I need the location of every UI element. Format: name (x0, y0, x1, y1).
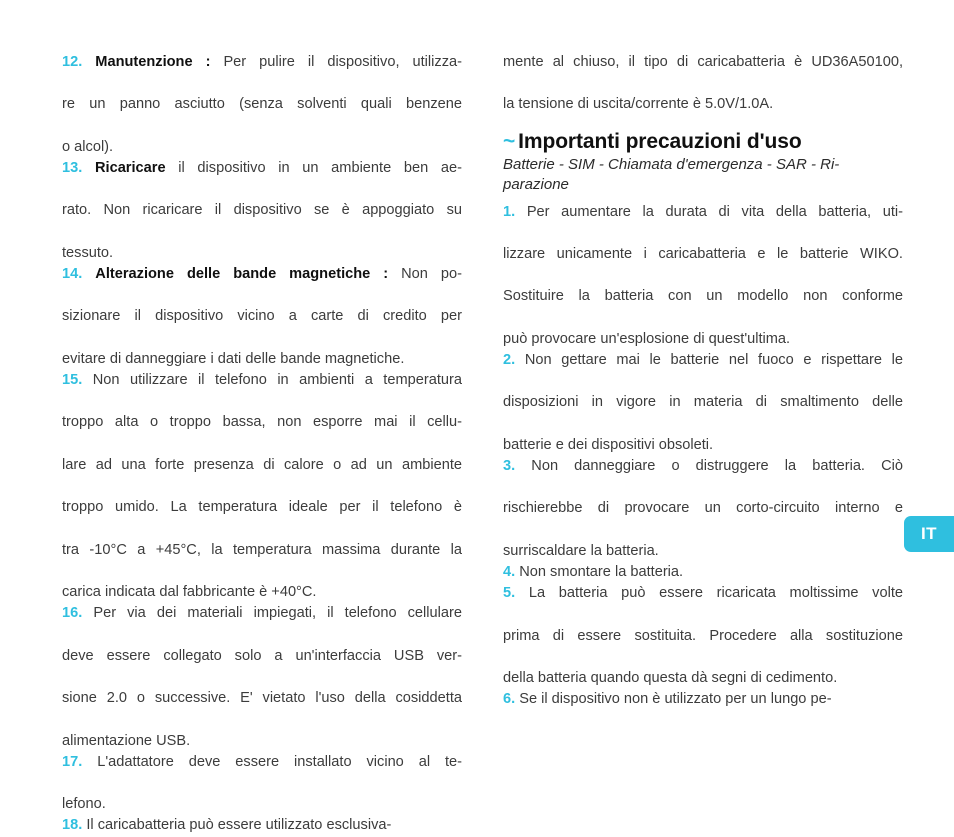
list-item-lead: Alterazione delle bande magnetiche : (95, 266, 389, 283)
text-line: sione 2.0 o successive. E' vietato l'uso… (62, 690, 462, 707)
text-line: lefono. (62, 796, 106, 813)
two-column-layout: 12. Manutenzione : Per pulire il disposi… (0, 0, 954, 833)
text-line: 14. Alterazione delle bande magnetiche :… (62, 266, 462, 283)
list-item-number: 13. (62, 160, 83, 177)
text-line: 6. Se il dispositivo non è utilizzato pe… (503, 691, 832, 708)
text-line: mente al chiuso, il tipo di caricabatter… (503, 54, 903, 70)
text-line: sizionare il dispositivo vicino a carte … (62, 308, 462, 325)
list-item: 6. Se il dispositivo non è utilizzato pe… (503, 689, 903, 710)
list-item: 5. La batteria può essere ricaricata mol… (503, 583, 903, 689)
list-item-number: 3. (503, 458, 516, 475)
list-item-number: 15. (62, 372, 83, 389)
text-line: 5. La batteria può essere ricaricata mol… (503, 585, 903, 602)
list-item-number: 18. (62, 817, 83, 834)
continuation-text: mente al chiuso, il tipo di caricabatter… (503, 52, 903, 116)
list-item: 16. Per via dei materiali impiegati, il … (62, 603, 462, 751)
text-line: 2. Non gettare mai le batterie nel fuoco… (503, 352, 904, 369)
text-line: carica indicata dal fabbricante è +40°C. (62, 584, 317, 601)
list-item: 14. Alterazione delle bande magnetiche :… (62, 264, 462, 370)
list-item-number: 5. (503, 585, 516, 602)
section-subheading: Batterie - SIM - Chiamata d'emergenza - … (503, 155, 903, 195)
text-line: o alcol). (62, 138, 114, 155)
text-line: 1. Per aumentare la durata di vita della… (503, 203, 903, 220)
text-line: rischierebbe di provocare un corto-circu… (503, 500, 903, 517)
text-line: 17. L'adattatore deve essere installato … (62, 753, 462, 770)
list-item: 4. Non smontare la batteria. (503, 562, 903, 583)
list-item-lead: Manutenzione : (95, 54, 211, 70)
list-item: 2. Non gettare mai le batterie nel fuoco… (503, 350, 903, 456)
list-item: 13. Ricaricare il dispositivo in un ambi… (62, 158, 462, 264)
subheading-line: parazione (503, 175, 569, 193)
text-line: 15. Non utilizzare il telefono in ambien… (62, 372, 462, 389)
text-line: deve essere collegato solo a un'interfac… (62, 647, 462, 664)
text-line: 18. Il caricabatteria può essere utilizz… (62, 817, 392, 834)
section-heading-text: Importanti precauzioni d'uso (518, 129, 802, 153)
text-line: della batteria quando questa dà segni di… (503, 670, 838, 687)
list-item-lead: Ricaricare (94, 160, 166, 177)
list-item: 3. Non danneggiare o distruggere la batt… (503, 456, 903, 562)
section-heading-block: ~ Importanti precauzioni d'uso Batterie -… (503, 129, 903, 195)
text-line: tra -10°C a +45°C, la temperatura massim… (62, 541, 462, 558)
list-item-number: 16. (62, 605, 83, 622)
section-heading: ~ Importanti precauzioni d'uso (503, 129, 903, 155)
text-line: disposizioni in vigore in materia di sma… (503, 394, 903, 411)
text-line: rato. Non ricaricare il dispositivo se è… (62, 202, 462, 219)
list-item: 18. Il caricabatteria può essere utilizz… (62, 815, 462, 836)
list-item-number: 1. (503, 203, 516, 220)
right-column: mente al chiuso, il tipo di caricabatter… (503, 52, 903, 710)
text-line: lizzare unicamente i caricabatteria e le… (503, 246, 903, 263)
text-line: prima di essere sostituita. Procedere al… (503, 627, 903, 644)
text-line: lare ad una forte presenza di calore o a… (62, 456, 462, 473)
list-item-number: 14. (62, 266, 83, 283)
text-line: 3. Non danneggiare o distruggere la batt… (503, 458, 903, 475)
list-item-number: 4. (503, 564, 516, 581)
text-line: 13. Ricaricare il dispositivo in un ambi… (62, 160, 462, 177)
manual-page: 12. Manutenzione : Per pulire il disposi… (0, 0, 954, 833)
list-item: 15. Non utilizzare il telefono in ambien… (62, 370, 462, 603)
heading-spacer (503, 116, 903, 129)
text-line: la tensione di uscita/corrente è 5.0V/1.… (503, 96, 774, 113)
list-item-number: 6. (503, 691, 516, 708)
list-item: 1. Per aumentare la durata di vita della… (503, 202, 903, 350)
text-line: surriscaldare la batteria. (503, 542, 659, 559)
left-column: 12. Manutenzione : Per pulire il disposi… (62, 52, 462, 837)
text-line: può provocare un'esplosione di quest'ult… (503, 330, 791, 347)
list-item-number: 17. (62, 753, 83, 770)
text-line: troppo umido. La temperatura ideale per … (62, 499, 462, 516)
text-line: 16. Per via dei materiali impiegati, il … (62, 605, 462, 622)
text-line: evitare di danneggiare i dati delle band… (62, 350, 405, 367)
text-line: alimentazione USB. (62, 732, 191, 749)
left-column-items: 12. Manutenzione : Per pulire il disposi… (62, 52, 462, 837)
right-column-items: 1. Per aumentare la durata di vita della… (503, 202, 903, 711)
text-line: 12. Manutenzione : Per pulire il disposi… (62, 54, 462, 70)
list-item-number: 12. (62, 54, 83, 70)
text-line: re un panno asciutto (senza solventi qua… (62, 96, 462, 113)
list-item: 12. Manutenzione : Per pulire il disposi… (62, 52, 462, 158)
list-item-number: 2. (503, 352, 516, 369)
list-item: 17. L'adattatore deve essere installato … (62, 752, 462, 816)
text-line: batterie e dei dispositivi obsoleti. (503, 436, 714, 453)
tilde-icon: ~ (503, 129, 516, 153)
text-line: tessuto. (62, 244, 114, 261)
text-line: Sostituire la batteria con un modello no… (503, 288, 903, 305)
language-tab[interactable]: IT (904, 516, 954, 552)
text-line: 4. Non smontare la batteria. (503, 564, 684, 581)
language-tab-label: IT (920, 524, 938, 543)
text-line: troppo alta o troppo bassa, non esporre … (62, 414, 462, 431)
continuation-paragraph: mente al chiuso, il tipo di caricabatter… (503, 52, 903, 116)
subheading-line: Batterie - SIM - Chiamata d'emergenza - … (503, 155, 840, 173)
